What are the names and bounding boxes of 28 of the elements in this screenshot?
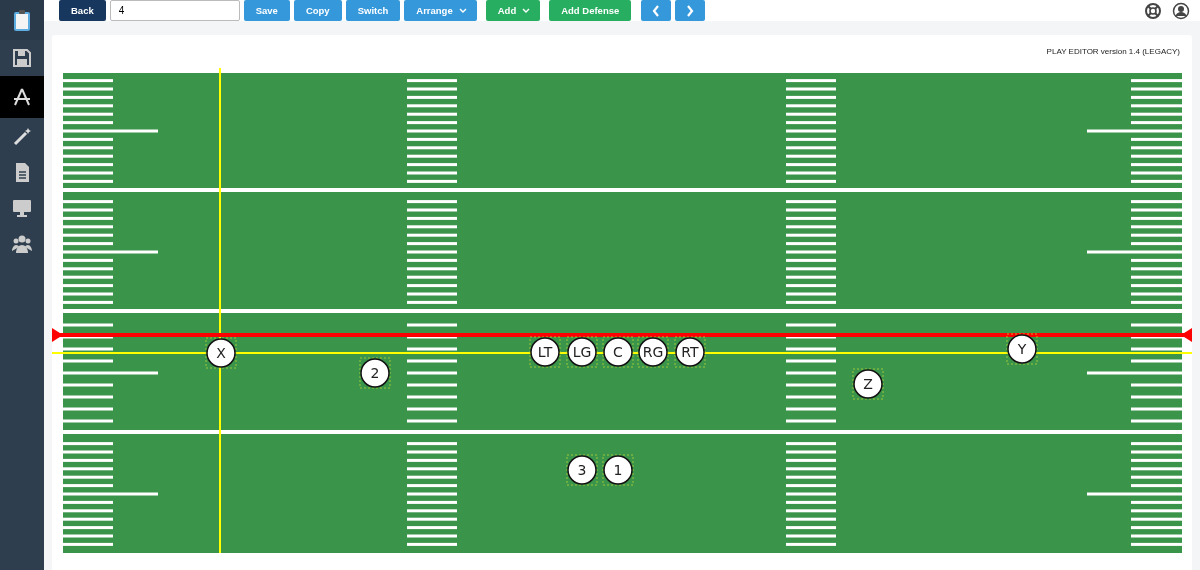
sidebar-item[interactable] xyxy=(0,76,44,118)
next-button[interactable] xyxy=(675,0,706,21)
player-marker[interactable]: Y xyxy=(1006,333,1038,365)
users-icon xyxy=(11,233,33,255)
monitor-icon xyxy=(11,197,33,219)
compass-icon xyxy=(11,86,33,108)
player-marker[interactable]: 3 xyxy=(566,454,598,486)
play-name-field[interactable]: 4 xyxy=(109,0,240,21)
player-marker[interactable]: LG xyxy=(566,336,598,368)
back-button[interactable]: Back xyxy=(59,0,106,21)
player-marker[interactable]: 1 xyxy=(602,454,634,486)
player-marker[interactable]: RG xyxy=(637,336,669,368)
player-marker[interactable]: LT xyxy=(529,336,561,368)
clipboard-icon xyxy=(11,9,33,31)
player-marker[interactable]: X xyxy=(205,337,237,369)
player-marker[interactable]: Z xyxy=(852,368,884,400)
previous-button[interactable] xyxy=(641,0,672,21)
player-marker[interactable]: C xyxy=(602,336,634,368)
chevron-icon xyxy=(686,4,695,17)
chevron-icon xyxy=(652,4,661,17)
user-icon[interactable] xyxy=(1172,1,1190,20)
version-label: PLAY EDITOR version 1.4 (LEGACY) xyxy=(1046,47,1180,56)
guide-line[interactable] xyxy=(219,68,221,553)
sidebar-item[interactable] xyxy=(0,0,44,40)
help-icon[interactable] xyxy=(1144,1,1162,20)
player-marker[interactable]: RT xyxy=(674,336,706,368)
player-marker[interactable]: 2 xyxy=(359,357,391,389)
scrimmage-line[interactable] xyxy=(52,328,1192,342)
